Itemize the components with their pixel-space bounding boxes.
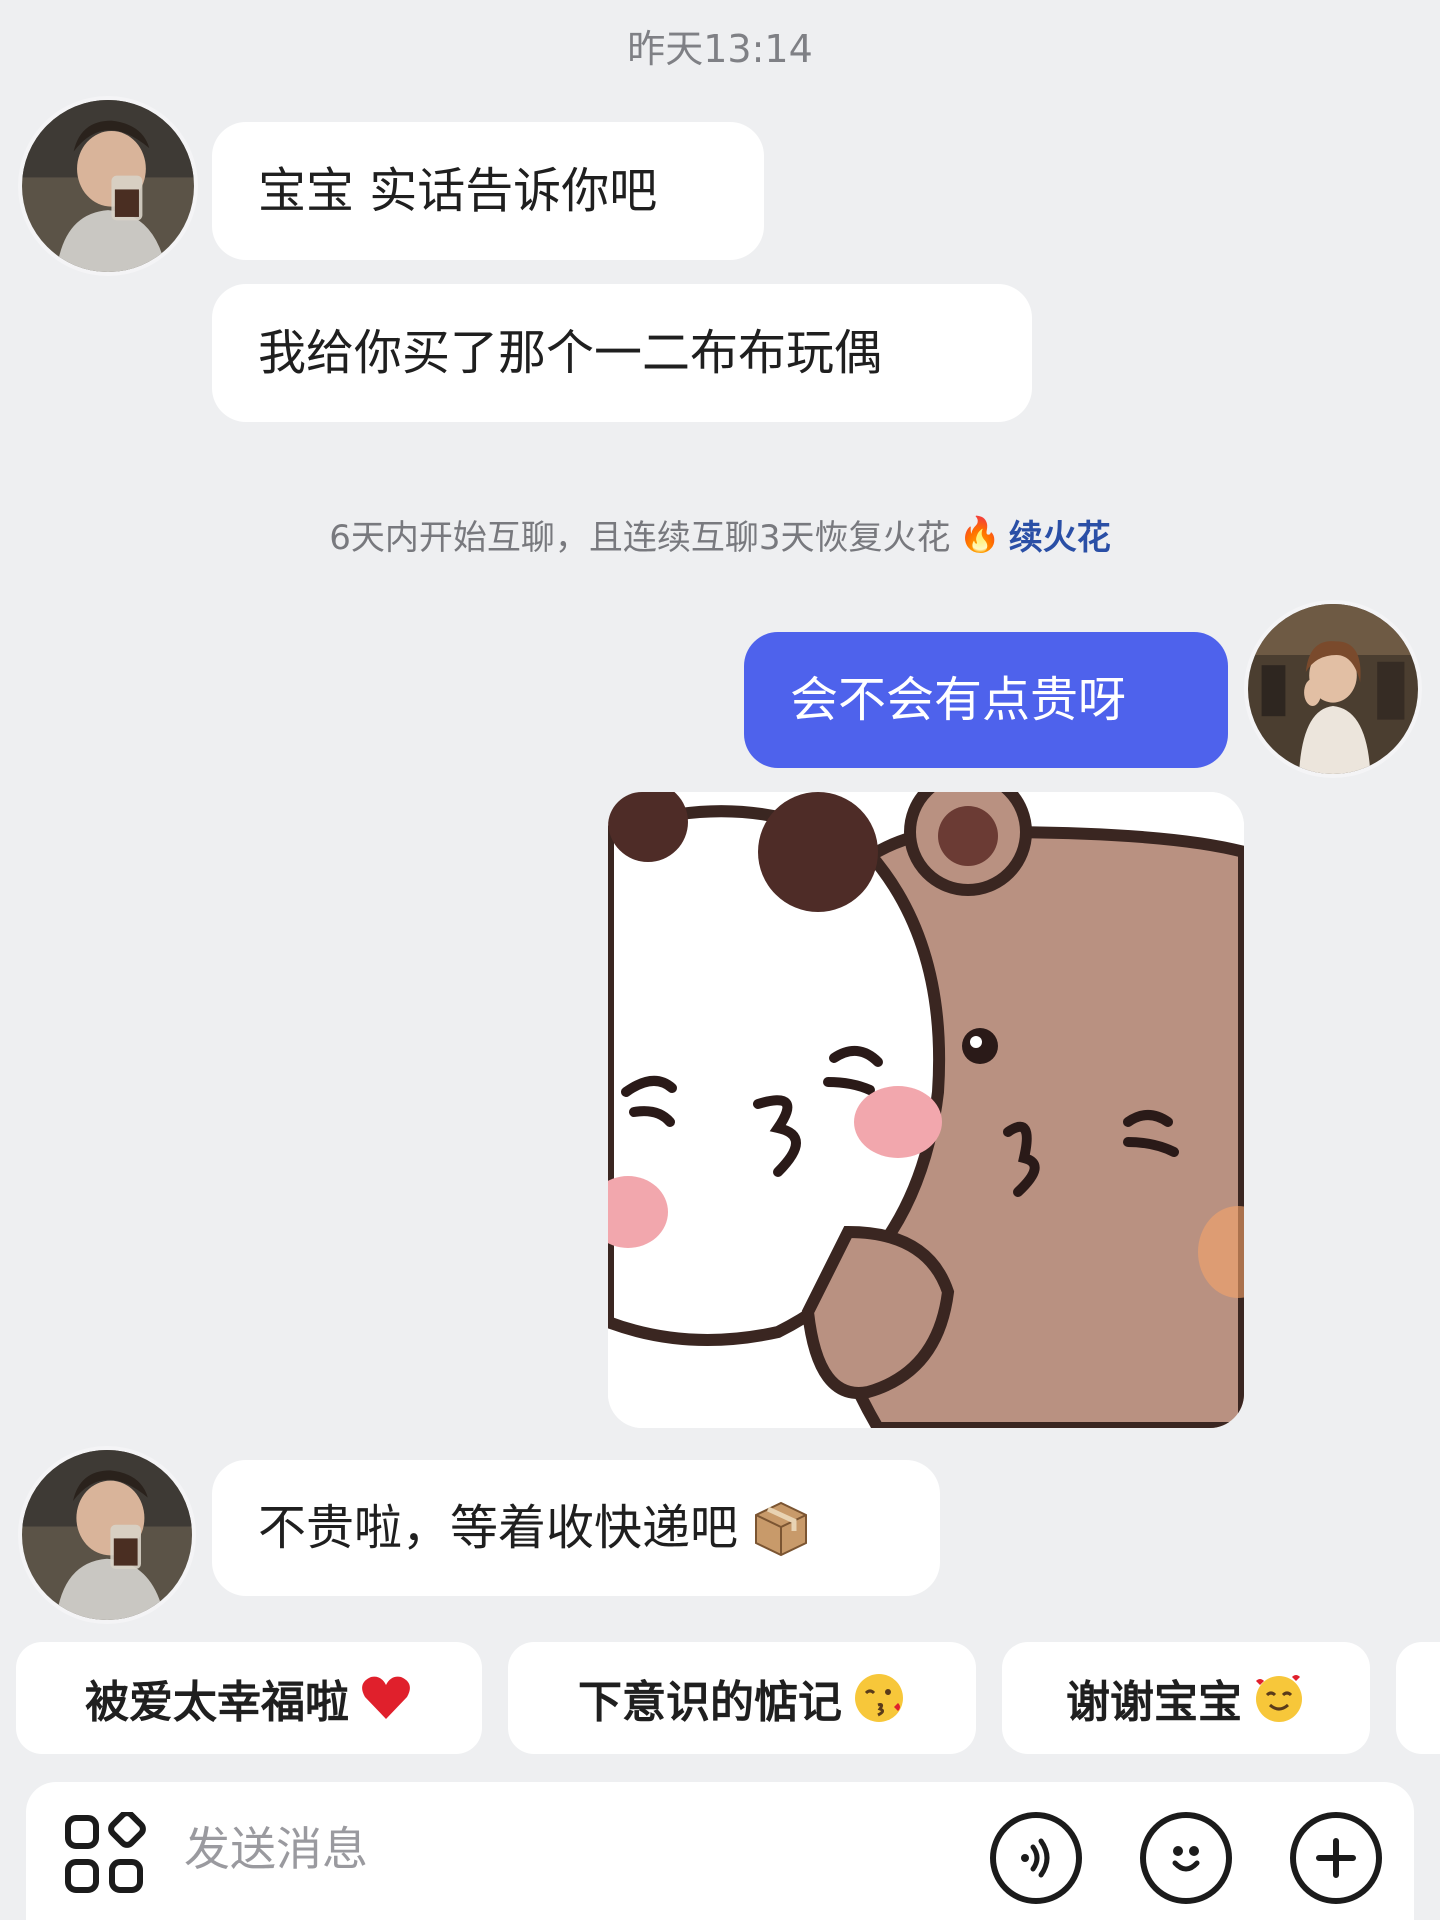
quick-reply-chip[interactable]: 被爱太幸福啦 [16,1642,482,1754]
emoji-icon[interactable] [1140,1812,1232,1904]
quick-reply-label: 下意识的惦记 [578,1677,842,1728]
sticker-message[interactable] [608,792,1244,1428]
quick-reply-chip[interactable]: 下意识的惦记 [508,1642,976,1754]
message-bubble-received[interactable]: 不贵啦，等着收快递吧 [212,1460,940,1596]
quick-reply-chip[interactable]: 谢谢宝宝 [1002,1642,1370,1754]
message-text: 不贵啦，等着收快递吧 [258,1500,739,1556]
quick-reply-label: 谢谢宝宝 [1066,1677,1242,1728]
voice-icon[interactable] [990,1812,1082,1904]
message-text: 宝宝 实话告诉你吧 [258,163,658,219]
message-bubble-received[interactable]: 宝宝 实话告诉你吧 [212,122,764,260]
contact-avatar-image [22,100,194,272]
quick-reply-label: 被爱太幸福啦 [85,1677,349,1728]
message-text: 会不会有点贵呀 [790,672,1127,728]
fire-icon: 🔥 [958,514,1001,555]
renew-streak-link[interactable]: 续火花 [1009,510,1111,559]
bubu-dudu-kiss-sticker [608,792,1244,1428]
my-avatar[interactable] [1248,604,1418,774]
contact-avatar[interactable] [22,1450,192,1620]
plus-icon[interactable] [1290,1812,1382,1904]
streak-tip-text: 6天内开始互聊，且连续互聊3天恢复火花 [329,518,951,558]
streak-tip: 6天内开始互聊，且连续互聊3天恢复火花 🔥 续火花 [0,510,1440,559]
smiling-hearts-face-icon [1252,1671,1306,1725]
apps-icon[interactable] [62,1810,146,1896]
red-heart-icon [359,1671,413,1725]
quick-reply-chip-partial[interactable] [1396,1642,1440,1754]
message-timestamp: 昨天13:14 [627,27,813,71]
contact-avatar-image [22,1450,192,1620]
message-text: 我给你买了那个一二布布玩偶 [258,325,883,381]
message-bubble-sent[interactable]: 会不会有点贵呀 [744,632,1228,768]
my-avatar-image [1248,604,1418,774]
kiss-face-icon [852,1671,906,1725]
message-input[interactable]: 发送消息 [184,1826,368,1872]
message-bubble-received[interactable]: 我给你买了那个一二布布玩偶 [212,284,1032,422]
package-box-icon [748,1495,814,1561]
contact-avatar[interactable] [22,100,194,272]
message-input-bar: 发送消息 [26,1782,1414,1920]
quick-reply-bar: 被爱太幸福啦 下意识的惦记 谢谢宝宝 [16,1642,1440,1756]
